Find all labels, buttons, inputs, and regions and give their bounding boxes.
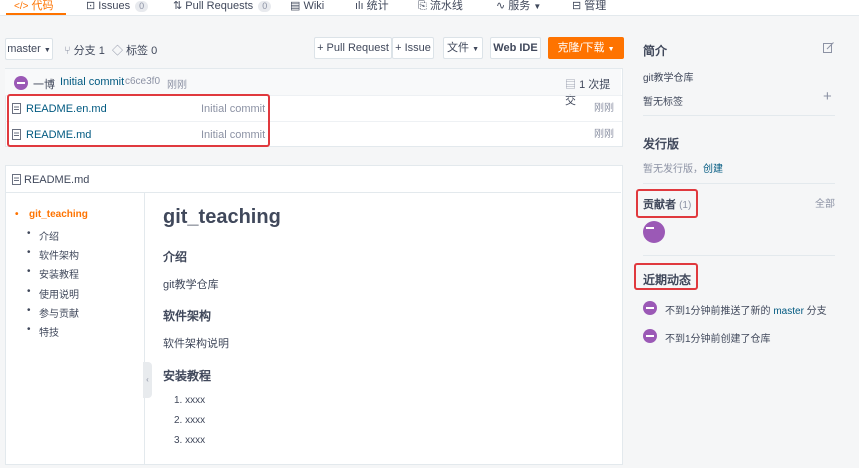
install-step: 1. xxxx [174, 395, 206, 406]
divider [643, 183, 835, 184]
section-text: 软件架构说明 [163, 338, 229, 350]
repo-nav: </> 代码 ⊡ Issues 0 ⇅ Pull Requests 0 ▤ Wi… [0, 0, 859, 16]
services-icon: ∿ [496, 0, 506, 12]
no-tags-text: 暂无标签 [643, 97, 683, 108]
tab-issues[interactable]: ⊡ Issues 0 [86, 0, 149, 16]
releases-text: 暂无发行版，创建 [643, 164, 723, 175]
activity-avatar[interactable] [643, 329, 657, 343]
tag-icon: ◇ [112, 45, 123, 57]
toc-item[interactable]: 安装教程 [27, 266, 79, 281]
commit-time: 刚刚 [167, 80, 187, 91]
releases-title: 发行版 [643, 137, 680, 151]
tags-link[interactable]: ◇ 标签 0 [112, 42, 157, 58]
branches-link[interactable]: ⑂ 分支 1 [64, 42, 105, 58]
issues-count-badge: 0 [135, 1, 149, 12]
toc-collapse-handle[interactable]: ‹ [143, 362, 152, 398]
tab-pipeline[interactable]: ⎘ 流水线 [418, 0, 463, 16]
chevron-down-icon: ▼ [607, 46, 615, 53]
active-tab-underline [6, 13, 66, 15]
manage-icon: ⊟ [572, 0, 582, 12]
clone-download-button[interactable]: 克隆/下载 ▼ [548, 37, 624, 59]
edit-icon[interactable] [823, 42, 834, 53]
divider [643, 255, 835, 256]
create-release-link[interactable]: 创建 [703, 164, 723, 175]
all-contributors-link[interactable]: 全部 [815, 195, 835, 210]
toc-item[interactable]: 特技 [27, 324, 59, 339]
stats-icon: ılı [355, 0, 364, 12]
author-avatar [14, 76, 28, 90]
tab-wiki[interactable]: ▤ Wiki [290, 0, 324, 16]
highlight-box-files [7, 94, 270, 147]
branch-link[interactable]: master [773, 306, 804, 317]
issue-button[interactable]: + Issue [392, 37, 434, 59]
chevron-left-icon: ‹ [146, 375, 149, 384]
file-time: 刚刚 [594, 129, 614, 140]
tab-stats[interactable]: ılı 统计 [355, 0, 389, 16]
chevron-down-icon: ▼ [43, 47, 51, 54]
install-step: 3. xxxx [174, 435, 206, 446]
issues-icon: ⊡ [86, 0, 96, 12]
readme-filename: README.md [24, 174, 90, 186]
contributor-avatar[interactable] [643, 221, 665, 243]
file-icon [12, 174, 21, 185]
pipeline-icon: ⎘ [418, 0, 427, 12]
repo-description: git教学仓库 [643, 73, 694, 84]
divider [643, 115, 835, 116]
toc-item[interactable]: git_teaching [15, 209, 88, 220]
pull-requests-count-badge: 0 [258, 1, 272, 12]
pull-request-button[interactable]: + Pull Request [314, 37, 392, 59]
tab-services[interactable]: ∿ 服务 ▼ [496, 0, 541, 16]
section-heading: 软件架构 [163, 309, 212, 323]
intro-title: 简介 [643, 44, 668, 58]
code-icon: </> [14, 1, 29, 12]
wiki-icon: ▤ [290, 0, 301, 12]
latest-commit-bar: 一博 Initial commit c6ce3f0 刚刚 ▤ 1 次提交 [5, 69, 621, 107]
tab-manage[interactable]: ⊟ 管理 [572, 0, 606, 16]
highlight-box-contributors [636, 189, 698, 218]
commit-message[interactable]: Initial commit [60, 76, 124, 88]
activity-item: 不到1分钟前创建了仓库 [665, 334, 771, 345]
commit-author[interactable]: 一博 [33, 76, 55, 92]
branch-select[interactable]: master ▼ [5, 38, 53, 60]
web-ide-button[interactable]: Web IDE [490, 37, 541, 59]
activity-avatar[interactable] [643, 301, 657, 315]
chevron-down-icon: ▼ [472, 46, 479, 53]
file-menu-button[interactable]: 文件 ▼ [443, 37, 483, 59]
toc-item[interactable]: 参与贡献 [27, 305, 79, 320]
chevron-down-icon: ▼ [533, 2, 542, 11]
commit-hash[interactable]: c6ce3f0 [125, 76, 160, 87]
toc-item[interactable]: 使用说明 [27, 286, 79, 301]
readme-toc: git_teaching 介绍 软件架构 安装教程 使用说明 参与贡献 特技 [6, 193, 145, 465]
section-heading: 介绍 [163, 250, 188, 264]
section-heading: 安装教程 [163, 369, 212, 383]
toc-item[interactable]: 软件架构 [27, 247, 79, 262]
branch-icon: ⑂ [64, 45, 71, 57]
section-text: git教学仓库 [163, 279, 219, 291]
file-time: 刚刚 [594, 103, 614, 114]
highlight-box-activity [634, 263, 698, 290]
activity-item: 不到1分钟前推送了新的 master 分支 [665, 306, 827, 317]
document-icon: ▤ [565, 79, 576, 91]
readme-title: git_teaching [163, 206, 281, 228]
add-tag-icon[interactable]: + [823, 88, 832, 105]
tab-pull-requests[interactable]: ⇅ Pull Requests 0 [173, 0, 272, 16]
install-step: 2. xxxx [174, 415, 206, 426]
readme-header: README.md [5, 166, 621, 193]
toc-item[interactable]: 介绍 [27, 228, 59, 243]
pull-request-icon: ⇅ [173, 0, 183, 12]
